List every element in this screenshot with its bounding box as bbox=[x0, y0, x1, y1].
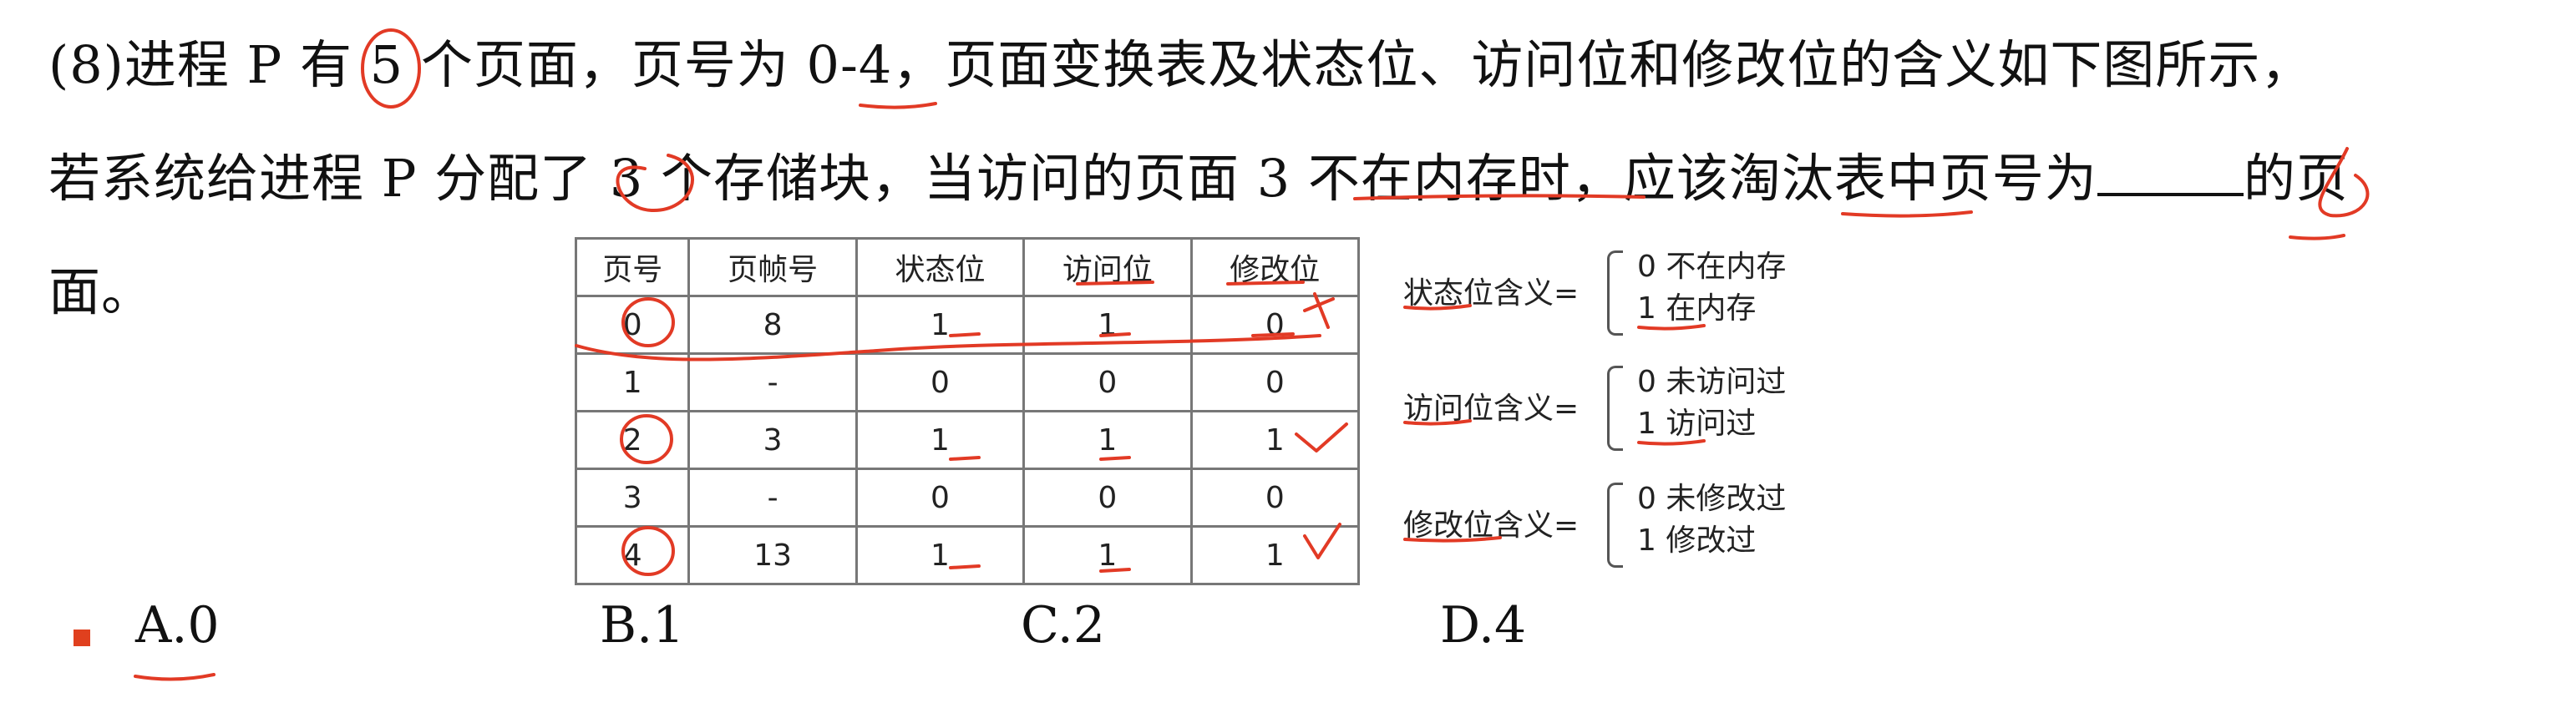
choice-c[interactable]: C.2 bbox=[1021, 596, 1105, 655]
table-cell: 0 bbox=[854, 468, 1026, 528]
table-cell: - bbox=[687, 352, 858, 412]
legend-option: 1 在内存 bbox=[1637, 291, 1757, 326]
legend-option: 1 修改过 bbox=[1637, 523, 1757, 558]
table-header-row: 页号 页帧号 状态位 访问位 修改位 bbox=[574, 237, 1361, 297]
table-cell: 1 bbox=[854, 410, 1026, 470]
table-cell: 2 bbox=[574, 410, 691, 470]
table-cell: 0 bbox=[1189, 295, 1361, 355]
table-row: 4 13 1 1 1 bbox=[574, 525, 1361, 585]
table-cell: 1 bbox=[1189, 410, 1361, 470]
table-cell: 3 bbox=[687, 410, 858, 470]
table-cell: 1 bbox=[1022, 295, 1193, 355]
table-row: 2 3 1 1 1 bbox=[574, 410, 1361, 470]
question-line-2-text: 若系统给进程 P 分配了 3 个存储块，当访问的页面 3 不在内存时，应该淘汰表… bbox=[48, 148, 2097, 209]
question-line-2-tail: 的页 bbox=[2243, 148, 2349, 209]
table-row: 0 8 1 1 0 bbox=[574, 295, 1361, 355]
table-cell: 1 bbox=[854, 525, 1026, 585]
legend-label: 访问位含义= bbox=[1403, 392, 1580, 426]
table-cell: - bbox=[687, 468, 858, 528]
choice-b[interactable]: B.1 bbox=[600, 596, 684, 655]
header-page-number: 页号 bbox=[574, 237, 691, 297]
table-cell: 0 bbox=[1022, 468, 1193, 528]
selected-bullet-icon bbox=[74, 630, 90, 646]
choice-a[interactable]: A.0 bbox=[135, 596, 220, 655]
table-cell: 0 bbox=[1189, 468, 1361, 528]
table-cell: 4 bbox=[574, 525, 691, 585]
table-cell: 1 bbox=[1189, 525, 1361, 585]
legend-label: 状态位含义= bbox=[1403, 276, 1580, 311]
answer-blank bbox=[2097, 149, 2244, 196]
question-line-2: 若系统给进程 P 分配了 3 个存储块，当访问的页面 3 不在内存时，应该淘汰表… bbox=[48, 122, 2546, 235]
legend-option: 0 未访问过 bbox=[1637, 365, 1787, 399]
table-cell: 1 bbox=[854, 295, 1026, 355]
table-cell: 3 bbox=[574, 468, 691, 528]
table-cell: 1 bbox=[1022, 410, 1193, 470]
table-cell: 13 bbox=[687, 525, 858, 585]
table-cell: 1 bbox=[574, 352, 691, 412]
header-status-bit: 状态位 bbox=[854, 237, 1026, 297]
legend-option: 1 访问过 bbox=[1637, 407, 1757, 441]
legend-label: 修改位含义= bbox=[1403, 508, 1580, 543]
table-cell: 0 bbox=[1022, 352, 1193, 412]
legend-option: 0 不在内存 bbox=[1637, 250, 1787, 284]
page-table: 页号 页帧号 状态位 访问位 修改位 0 8 1 1 0 1 - 0 0 0 2… bbox=[574, 237, 1361, 585]
question-line-1: (8)进程 P 有 5 个页面，页号为 0-4，页面变换表及状态位、访问位和修改… bbox=[48, 34, 2314, 95]
brace-icon bbox=[1607, 366, 1623, 451]
answer-choices: A.0 B.1 C.2 D.4 bbox=[0, 596, 2576, 688]
table-cell: 0 bbox=[854, 352, 1026, 412]
header-modify-bit: 修改位 bbox=[1189, 237, 1361, 297]
choice-d[interactable]: D.4 bbox=[1440, 596, 1526, 655]
header-frame-number: 页帧号 bbox=[687, 237, 858, 297]
table-cell: 0 bbox=[574, 295, 691, 355]
legend-option: 0 未修改过 bbox=[1637, 482, 1787, 516]
brace-icon bbox=[1607, 483, 1623, 568]
table-cell: 1 bbox=[1022, 525, 1193, 585]
table-cell: 8 bbox=[687, 295, 858, 355]
table-cell: 0 bbox=[1189, 352, 1361, 412]
header-access-bit: 访问位 bbox=[1022, 237, 1193, 297]
table-row: 3 - 0 0 0 bbox=[574, 468, 1361, 528]
brace-icon bbox=[1607, 250, 1623, 336]
table-row: 1 - 0 0 0 bbox=[574, 352, 1361, 412]
